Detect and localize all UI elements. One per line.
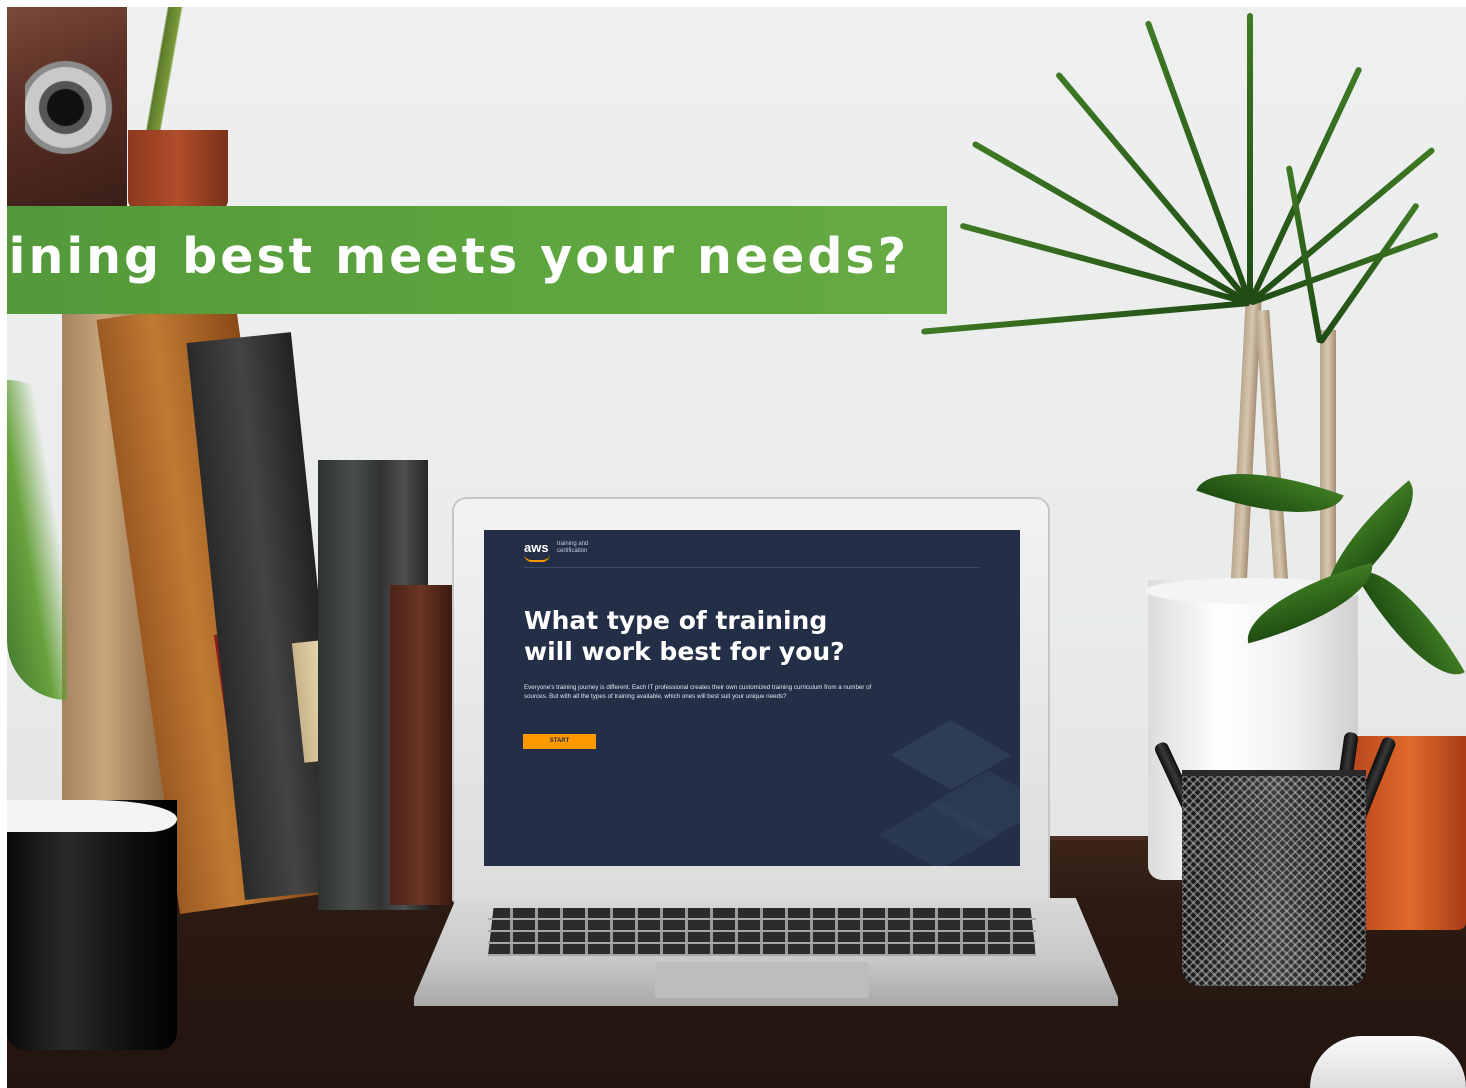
coffee-mug xyxy=(7,800,177,1050)
laptop-trackpad xyxy=(655,962,869,998)
aws-smile-icon xyxy=(524,554,550,562)
laptop-screen: aws training and certification What type… xyxy=(484,530,1020,866)
screen-heading: What type of training will work best for… xyxy=(524,606,845,666)
palm-leaf xyxy=(971,140,1252,306)
orange-plant-pot xyxy=(1352,736,1466,930)
keyboard-rows xyxy=(488,908,1036,956)
palm-leaf xyxy=(1054,71,1253,305)
mesh-pen-holder xyxy=(1182,770,1366,986)
palm-leaf xyxy=(1247,13,1253,303)
header-divider xyxy=(524,567,980,568)
plant-stem xyxy=(1320,330,1336,590)
coffee-mug-rim xyxy=(7,800,177,832)
broad-leaf xyxy=(1355,550,1465,696)
start-button[interactable]: START xyxy=(523,734,596,749)
white-border-top xyxy=(0,0,1466,7)
camera-lens-icon xyxy=(25,47,115,157)
white-mouse xyxy=(1310,1036,1466,1088)
plant-leaf-left xyxy=(7,380,67,700)
book-spine-maroon xyxy=(390,585,452,905)
palm-leaf xyxy=(1248,146,1436,306)
plant-stem xyxy=(1255,309,1289,591)
desk-photo: aws training and certification What type… xyxy=(0,0,1466,1088)
white-border-left xyxy=(0,0,7,1088)
green-banner: aining best meets your needs? xyxy=(0,206,947,314)
aws-logo-subtitle: training and certification xyxy=(557,541,589,554)
banner-text: aining best meets your needs? xyxy=(0,228,909,285)
small-plant-leaves xyxy=(130,7,200,137)
aws-logo: aws xyxy=(524,540,549,555)
terracotta-pot-small xyxy=(128,130,228,210)
vintage-camera xyxy=(7,7,127,207)
palm-leaf xyxy=(920,300,1251,335)
screen-body-text: Everyone's training journey is different… xyxy=(524,684,872,700)
palm-leaf xyxy=(959,222,1251,306)
palm-leaf xyxy=(1144,20,1253,305)
